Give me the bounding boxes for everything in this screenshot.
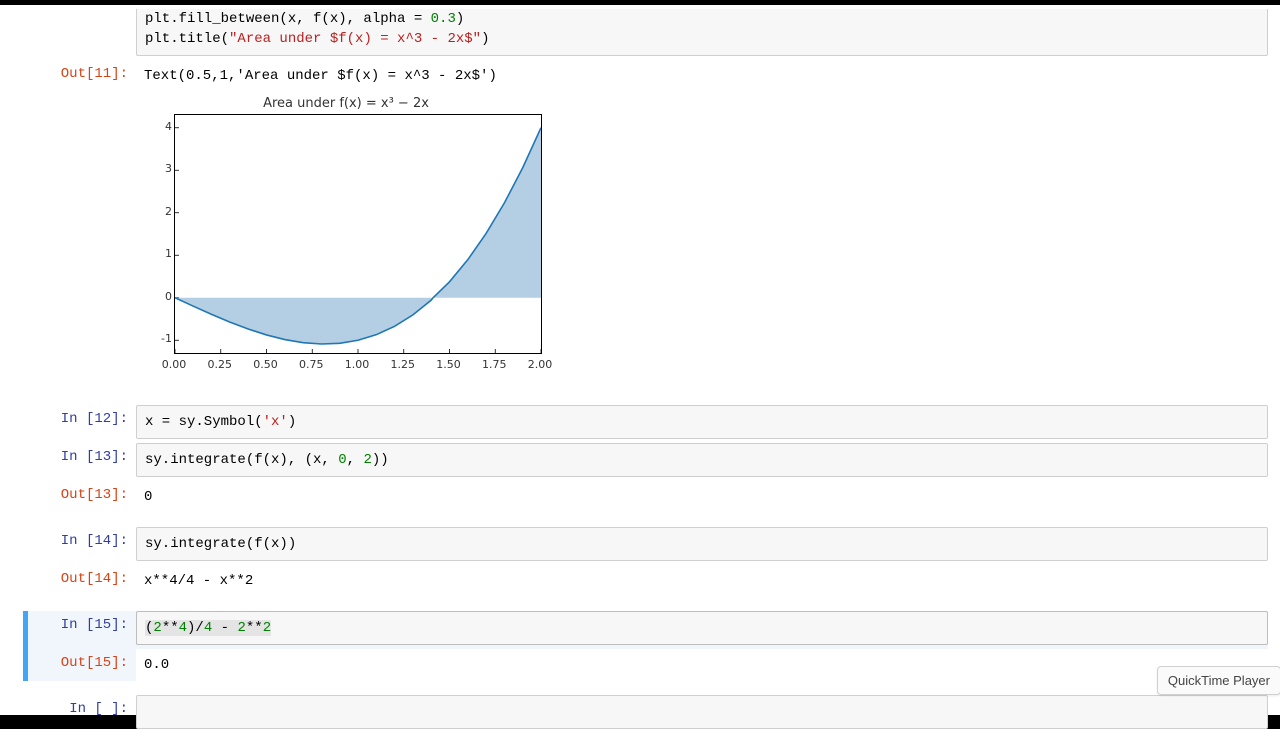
code-cell-12[interactable]: In [12]: x = sy.Symbol('x'): [28, 405, 1268, 439]
notebook-viewport[interactable]: plt.fill_between(x, f(x), alpha = 0.3) p…: [28, 5, 1268, 715]
chart-xtick-label: 2.00: [525, 358, 555, 371]
code-body-15[interactable]: (2**4)/4 - 2**2: [136, 611, 1268, 645]
in-prompt-14: In [14]:: [28, 527, 136, 561]
app-window: plt.fill_between(x, f(x), alpha = 0.3) p…: [0, 5, 1280, 715]
chart-xtick-label: 0.25: [205, 358, 235, 371]
code-cell-14[interactable]: In [14]: sy.integrate(f(x)): [28, 527, 1268, 561]
output-cell-11: Out[11]: Text(0.5,1,'Area under $f(x) = …: [28, 60, 1268, 92]
out-prompt-14: Out[14]:: [28, 565, 136, 597]
code-body-12[interactable]: x = sy.Symbol('x'): [136, 405, 1268, 439]
plot-svg: [175, 115, 541, 353]
code-body-empty[interactable]: [136, 695, 1268, 729]
chart-title: Area under f(x) = x³ − 2x: [136, 96, 556, 111]
in-prompt-11: [28, 9, 136, 56]
code-cell-15[interactable]: In [15]: (2**4)/4 - 2**2: [28, 611, 1268, 645]
chart-xtick-label: 1.00: [342, 358, 372, 371]
output-text-14: x**4/4 - x**2: [136, 565, 1268, 597]
chart-xtick-label: 0.75: [296, 358, 326, 371]
code-body-13[interactable]: sy.integrate(f(x), (x, 0, 2)): [136, 443, 1268, 477]
output-cell-14: Out[14]: x**4/4 - x**2: [28, 565, 1268, 597]
output-text-13: 0: [136, 481, 1268, 513]
quicktime-badge[interactable]: QuickTime Player: [1157, 666, 1280, 695]
plot-axes: [174, 114, 542, 354]
chart-xtick-label: 1.25: [388, 358, 418, 371]
output-text-11: Text(0.5,1,'Area under $f(x) = x^3 - 2x$…: [136, 60, 1268, 92]
out-prompt-15: Out[15]:: [28, 649, 136, 681]
chart-xtick-label: 1.50: [434, 358, 464, 371]
selected-cell-15[interactable]: In [15]: (2**4)/4 - 2**2 Out[15]: 0.0: [23, 611, 1268, 681]
chart-ytick-label: -1: [144, 332, 172, 345]
chart-ytick-label: 2: [144, 205, 172, 218]
code-body-11[interactable]: plt.fill_between(x, f(x), alpha = 0.3) p…: [136, 9, 1268, 56]
code-cell-empty[interactable]: In [ ]:: [28, 695, 1268, 729]
chart-ytick-label: 4: [144, 120, 172, 133]
code-body-14[interactable]: sy.integrate(f(x)): [136, 527, 1268, 561]
output-cell-15: Out[15]: 0.0: [28, 649, 1268, 681]
output-text-15: 0.0: [136, 649, 1268, 681]
chart-xtick-label: 1.75: [479, 358, 509, 371]
chart-ytick-label: 0: [144, 290, 172, 303]
chart-ytick-label: 1: [144, 247, 172, 260]
out-prompt-13: Out[13]:: [28, 481, 136, 513]
in-prompt-empty: In [ ]:: [28, 695, 136, 729]
code-cell-11[interactable]: plt.fill_between(x, f(x), alpha = 0.3) p…: [28, 9, 1268, 56]
in-prompt-13: In [13]:: [28, 443, 136, 477]
in-prompt-15: In [15]:: [28, 611, 136, 645]
chart-xtick-label: 0.50: [251, 358, 281, 371]
chart-ytick-label: 3: [144, 162, 172, 175]
chart-xtick-label: 0.00: [159, 358, 189, 371]
out-prompt-11: Out[11]:: [28, 60, 136, 92]
matplotlib-figure: Area under f(x) = x³ − 2x 0.00 0.25 0.50 0.…: [136, 96, 556, 391]
output-cell-13: Out[13]: 0: [28, 481, 1268, 513]
in-prompt-12: In [12]:: [28, 405, 136, 439]
code-cell-13[interactable]: In [13]: sy.integrate(f(x), (x, 0, 2)): [28, 443, 1268, 477]
